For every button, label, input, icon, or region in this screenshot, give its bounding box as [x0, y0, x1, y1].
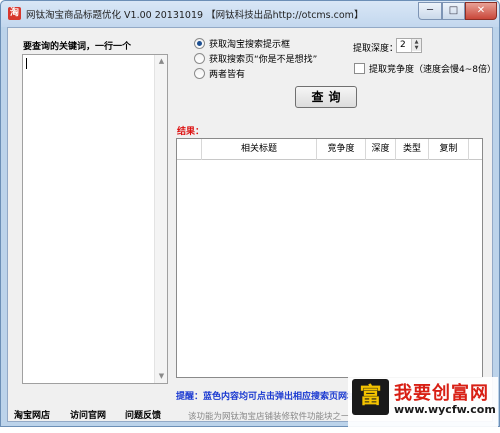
text-caret — [26, 58, 27, 69]
column-header-type[interactable]: 类型 — [395, 139, 428, 160]
query-button[interactable]: 查询 — [295, 86, 357, 108]
option-label: 获取搜索页“你是不是想找” — [209, 55, 318, 65]
option-label: 获取淘宝搜索提示框 — [209, 40, 291, 50]
competition-label[interactable]: 提取竞争度（速度会慢4~8倍） — [369, 62, 496, 75]
stepper-down-icon[interactable]: ▼ — [412, 45, 421, 51]
link-taobao-store[interactable]: 淘宝网店 — [14, 408, 50, 421]
watermark-url: www.wycfw.com — [394, 403, 496, 416]
window-title: 网钛淘宝商品标题优化 V1.00 20131019 【网钛科技出品http://… — [26, 10, 364, 21]
column-header-copy[interactable]: 复制 — [428, 139, 468, 160]
keywords-label: 要查询的关键词，一行一个 — [23, 42, 132, 52]
stepper-buttons[interactable]: ▲ ▼ — [411, 39, 421, 52]
watermark-text: 我要创富网 — [394, 383, 489, 404]
depth-label: 提取深度： — [353, 44, 399, 54]
column-header-depth[interactable]: 深度 — [365, 139, 395, 160]
results-table[interactable]: 相关标题 竞争度 深度 类型 复制 — [176, 138, 483, 378]
watermark-logo-icon: 富 — [352, 379, 389, 415]
column-header-blank — [177, 139, 201, 160]
option-label: 两者皆有 — [209, 70, 246, 80]
client-area: 要查询的关键词，一行一个 ▲ ▼ 获取淘宝搜索提示框 获取搜索页“你是不是想找”… — [7, 27, 498, 433]
link-feedback[interactable]: 问题反馈 — [125, 408, 161, 421]
keywords-textarea[interactable]: ▲ ▼ — [22, 54, 168, 384]
competition-checkbox[interactable] — [354, 63, 365, 74]
app-icon: 淘 — [8, 7, 21, 20]
tip-text: 提醒：蓝色内容均可点击弹出相应搜索页网址 — [176, 392, 357, 402]
scroll-up-arrow-icon[interactable]: ▲ — [155, 55, 168, 68]
watermark: 富 我要创富网 www.wycfw.com — [348, 377, 498, 433]
app-window: 淘 网钛淘宝商品标题优化 V1.00 20131019 【网钛科技出品http:… — [0, 0, 500, 433]
keywords-scrollbar[interactable]: ▲ ▼ — [154, 55, 167, 383]
column-header-filler — [468, 139, 482, 160]
close-button[interactable]: ✕ — [465, 2, 497, 20]
column-header-competition[interactable]: 竞争度 — [316, 139, 365, 160]
depth-stepper[interactable]: 2 ▲ ▼ — [396, 38, 422, 53]
radio-button[interactable] — [194, 68, 205, 79]
results-table-header: 相关标题 竞争度 深度 类型 复制 — [177, 139, 482, 160]
radio-button-checked[interactable] — [194, 38, 205, 49]
scroll-down-arrow-icon[interactable]: ▼ — [155, 370, 168, 383]
status-text: 该功能为网钛淘宝店铺装修软件功能块之一 — [188, 412, 350, 422]
maximize-button[interactable]: □ — [442, 2, 465, 20]
depth-value[interactable]: 2 — [400, 40, 406, 50]
link-official-site[interactable]: 访问官网 — [70, 408, 106, 421]
minimize-button[interactable]: ─ — [418, 2, 442, 20]
title-bar[interactable]: 淘 网钛淘宝商品标题优化 V1.00 20131019 【网钛科技出品http:… — [1, 1, 499, 27]
results-label: 结果： — [177, 127, 205, 137]
column-header-title[interactable]: 相关标题 — [201, 139, 316, 160]
radio-button[interactable] — [194, 53, 205, 64]
